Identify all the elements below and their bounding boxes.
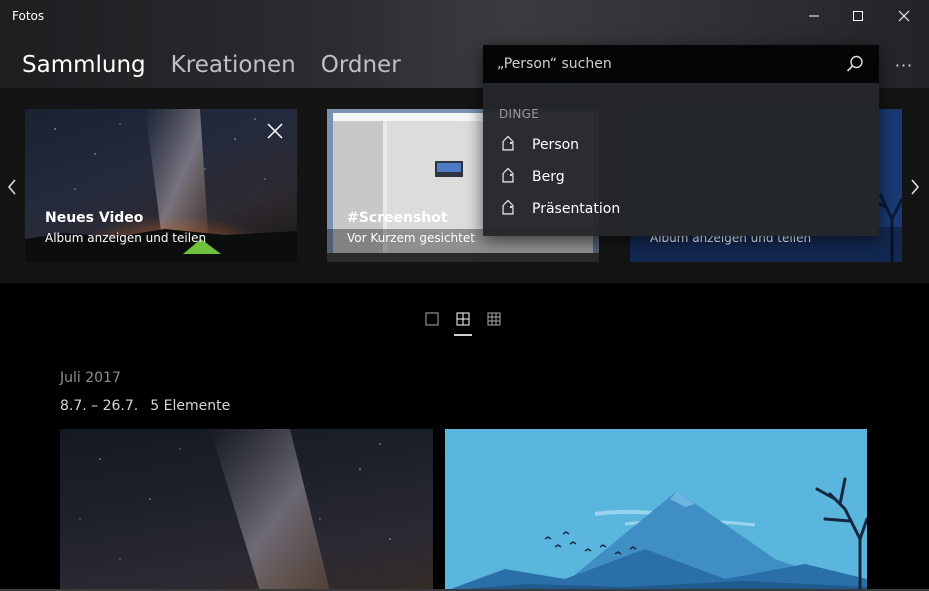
search-panel: DINGE Person Berg Präsentation xyxy=(483,45,879,236)
milky-way-photo xyxy=(79,429,391,591)
title-bar: Fotos xyxy=(0,0,929,32)
more-options-button[interactable]: ··· xyxy=(890,52,918,78)
suggestion-label: Person xyxy=(532,137,580,153)
chevron-right-icon xyxy=(911,179,920,195)
date-range-text: 8.7. – 26.7. xyxy=(60,398,139,414)
small-grid-icon xyxy=(487,312,501,326)
single-view-icon xyxy=(425,312,439,326)
album-card-neues-video[interactable]: Neues Video Album anzeigen und teilen xyxy=(25,109,297,262)
minimize-icon xyxy=(809,15,819,17)
suggestion-section-label: DINGE xyxy=(499,107,540,121)
search-input[interactable] xyxy=(497,53,827,75)
tab-ordner[interactable]: Ordner xyxy=(321,52,401,78)
item-count: 5 Elemente xyxy=(150,398,231,414)
view-single-button[interactable] xyxy=(422,312,442,336)
tag-icon xyxy=(502,168,514,183)
album-title: #Screenshot xyxy=(347,210,448,226)
active-view-indicator xyxy=(454,334,472,336)
date-range: 8.7. – 26.7. 5 Elemente xyxy=(60,398,230,414)
tab-kreationen[interactable]: Kreationen xyxy=(171,52,296,78)
maximize-button[interactable] xyxy=(835,0,881,32)
view-small-grid-button[interactable] xyxy=(484,312,504,336)
suggestion-label: Präsentation xyxy=(532,201,621,217)
chevron-left-icon xyxy=(7,179,16,195)
album-subtitle: Album anzeigen und teilen xyxy=(45,231,207,245)
tag-icon xyxy=(502,136,514,151)
photo-mountain[interactable] xyxy=(445,429,867,591)
minimize-button[interactable] xyxy=(791,0,837,32)
app-title: Fotos xyxy=(12,9,45,23)
mountain-illustration xyxy=(445,429,867,591)
search-box xyxy=(483,45,879,83)
close-window-button[interactable] xyxy=(881,0,927,32)
maximize-icon xyxy=(853,11,863,21)
suggestion-person[interactable]: Person xyxy=(499,131,863,159)
suggestion-praesentation[interactable]: Präsentation xyxy=(499,195,863,223)
tab-sammlung[interactable]: Sammlung xyxy=(22,52,146,78)
suggestion-berg[interactable]: Berg xyxy=(499,163,863,191)
card-close-icon[interactable] xyxy=(265,121,285,141)
search-icon[interactable] xyxy=(845,54,865,74)
close-icon xyxy=(898,10,910,22)
view-medium-grid-button[interactable] xyxy=(453,312,473,336)
main-nav: Sammlung Kreationen Ordner xyxy=(22,52,426,78)
album-title: Neues Video xyxy=(45,210,144,226)
photos-app-window: Fotos Sammlung Kreationen Ordner ··· Neu… xyxy=(0,0,929,591)
album-subtitle: Vor Kurzem gesichtet xyxy=(347,231,475,245)
strip-next-button[interactable] xyxy=(905,175,925,199)
strip-prev-button[interactable] xyxy=(2,175,22,199)
month-heading: Juli 2017 xyxy=(60,370,121,386)
photo-milky-way[interactable] xyxy=(60,429,433,591)
medium-grid-icon xyxy=(456,312,470,326)
suggestion-label: Berg xyxy=(532,169,565,185)
tag-icon xyxy=(502,200,514,215)
